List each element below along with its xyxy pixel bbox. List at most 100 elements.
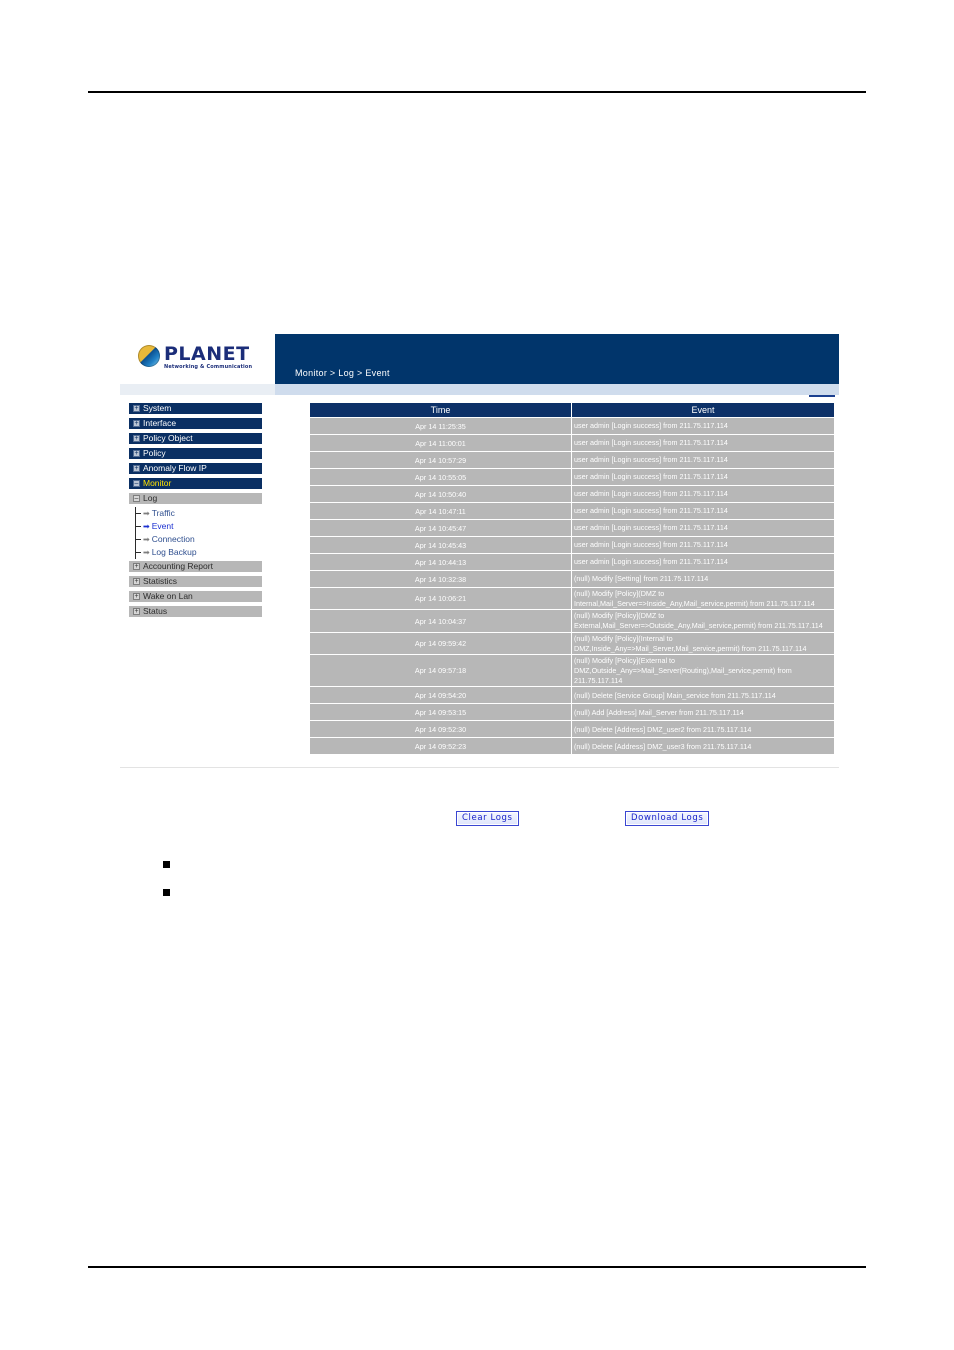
minus-box-icon: – <box>133 495 140 502</box>
cell-event: (null) Add [Address] Mail_Server from 21… <box>572 704 834 721</box>
header-strip-left <box>120 384 275 395</box>
cell-event: user admin [Login success] from 211.75.1… <box>572 520 834 536</box>
cell-event: user admin [Login success] from 211.75.1… <box>572 452 834 468</box>
cell-time: Apr 14 10:55:05 <box>310 469 572 485</box>
logo-wordmark: PLANET <box>164 343 250 365</box>
sidebar-nav: + System + Interface + Policy Object + P… <box>128 402 263 620</box>
arrow-right-icon: ➡ <box>143 522 150 531</box>
cell-event: (null) Modify [Policy](DMZ to Internal,M… <box>572 588 834 610</box>
sidebar-item-label: Accounting Report <box>143 561 213 571</box>
sidebar-item-status[interactable]: + Status <box>128 605 263 618</box>
cell-time: Apr 14 11:00:01 <box>310 435 572 451</box>
bullet-square-icon <box>163 888 170 896</box>
download-logs-button[interactable]: Download Logs <box>625 811 710 826</box>
sidebar-item-monitor[interactable]: – Monitor <box>128 477 263 490</box>
sidebar-subitem-label: Connection <box>151 534 195 544</box>
plus-box-icon: + <box>133 608 140 615</box>
device-web-ui-screenshot: PLANET Networking & Communication Monito… <box>120 334 839 826</box>
cell-event: user admin [Login success] from 211.75.1… <box>572 486 834 502</box>
table-row: Apr 14 09:57:18 (null) Modify [Policy](Ex… <box>310 655 834 687</box>
sidebar-item-label: Wake on Lan <box>143 591 193 601</box>
plus-box-icon: + <box>133 405 140 412</box>
tree-tick <box>136 539 141 540</box>
sidebar-item-traffic[interactable]: ➡ Traffic <box>136 507 263 520</box>
table-row: Apr 14 10:45:47 user admin [Login success… <box>310 520 834 536</box>
table-row: Apr 14 09:53:15 (null) Add [Address] Mail… <box>310 704 834 721</box>
table-row: Apr 14 09:52:23 (null) Delete [Address] D… <box>310 738 834 755</box>
app-body: + System + Interface + Policy Object + P… <box>120 397 839 826</box>
page-top-rule <box>88 91 866 93</box>
sidebar-item-connection[interactable]: ➡ Connection <box>136 533 263 546</box>
cell-time: Apr 14 10:44:13 <box>310 554 572 570</box>
plus-box-icon: + <box>133 563 140 570</box>
app-header: PLANET Networking & Communication Monito… <box>120 334 839 384</box>
header-strip <box>120 384 839 395</box>
planet-globe-icon <box>138 345 160 367</box>
sidebar-item-system[interactable]: + System <box>128 402 263 415</box>
cell-event: (null) Delete [Service Group] Main_servi… <box>572 687 834 704</box>
sidebar-item-label: System <box>143 403 172 413</box>
sidebar-item-policy[interactable]: + Policy <box>128 447 263 460</box>
sidebar-item-log-backup[interactable]: ➡ Log Backup <box>136 546 263 559</box>
cell-time: Apr 14 09:53:15 <box>310 704 572 721</box>
table-row: Apr 14 11:25:35 user admin [Login success… <box>310 418 834 434</box>
cell-event: (null) Delete [Address] DMZ_user3 from 2… <box>572 738 834 755</box>
sidebar-subitem-label: Log Backup <box>151 547 197 557</box>
sidebar-subitems: ➡ Traffic ➡ Event ➡ Connection ➡ Log Bac… <box>128 507 263 559</box>
cell-time: Apr 14 10:06:21 <box>310 588 572 610</box>
cell-time: Apr 14 09:54:20 <box>310 687 572 704</box>
cell-time: Apr 14 09:52:30 <box>310 721 572 738</box>
cell-time: Apr 14 10:32:38 <box>310 571 572 587</box>
table-row: Apr 14 10:44:13 user admin [Login success… <box>310 554 834 570</box>
planet-logo: PLANET Networking & Communication <box>138 345 252 370</box>
column-header-time: Time <box>310 403 572 417</box>
cell-event: user admin [Login success] from 211.75.1… <box>572 418 834 434</box>
event-log-panel: Time Event Apr 14 11:25:35 user admin [Lo… <box>310 402 834 755</box>
table-row: Apr 14 10:45:43 user admin [Login success… <box>310 537 834 553</box>
sidebar-item-event[interactable]: ➡ Event <box>136 520 263 533</box>
sidebar-item-label: Status <box>143 606 168 616</box>
sidebar-item-accounting-report[interactable]: + Accounting Report <box>128 560 263 573</box>
cell-event: user admin [Login success] from 211.75.1… <box>572 503 834 519</box>
plus-box-icon: + <box>133 593 140 600</box>
panel-bottom-rule <box>120 767 839 768</box>
sidebar-item-label: Statistics <box>143 576 178 586</box>
sidebar-item-label: Interface <box>143 418 177 428</box>
sidebar-item-interface[interactable]: + Interface <box>128 417 263 430</box>
page-bottom-rule <box>88 1266 866 1268</box>
plus-box-icon: + <box>133 420 140 427</box>
cell-event: user admin [Login success] from 211.75.1… <box>572 537 834 553</box>
sidebar-item-anomaly-flow-ip[interactable]: + Anomaly Flow IP <box>128 462 263 475</box>
sidebar-subitem-label: Traffic <box>151 508 175 518</box>
sidebar-item-label: Policy <box>143 448 166 458</box>
logo-tagline: Networking & Communication <box>164 364 253 370</box>
sidebar-item-label: Monitor <box>143 478 172 488</box>
cell-time: Apr 14 10:45:43 <box>310 537 572 553</box>
cell-time: Apr 14 09:52:23 <box>310 738 572 755</box>
cell-time: Apr 14 09:57:18 <box>310 655 572 687</box>
table-row: Apr 14 10:57:29 user admin [Login success… <box>310 452 834 468</box>
table-row: Apr 14 10:06:21 (null) Modify [Policy](DM… <box>310 588 834 610</box>
list-item <box>163 850 178 878</box>
cell-event: (null) Modify [Policy](Internal to DMZ,I… <box>572 632 834 655</box>
cell-time: Apr 14 10:04:37 <box>310 610 572 632</box>
plus-box-icon: + <box>133 450 140 457</box>
sidebar-item-policy-object[interactable]: + Policy Object <box>128 432 263 445</box>
clear-logs-button[interactable]: Clear Logs <box>456 811 519 826</box>
cell-event: user admin [Login success] from 211.75.1… <box>572 469 834 485</box>
cell-event: (null) Modify [Setting] from 211.75.117.… <box>572 571 834 587</box>
cell-time: Apr 14 10:47:11 <box>310 503 572 519</box>
event-log-body: Apr 14 11:25:35 user admin [Login success… <box>310 418 834 755</box>
sidebar-group-log[interactable]: – Log <box>128 492 263 505</box>
list-item <box>163 878 178 906</box>
header-band: Monitor > Log > Event <box>275 334 839 384</box>
cell-event: (null) Modify [Policy](DMZ to External,M… <box>572 610 834 632</box>
table-row: Apr 14 10:04:37 (null) Modify [Policy](DM… <box>310 610 834 632</box>
sidebar-item-statistics[interactable]: + Statistics <box>128 575 263 588</box>
cell-time: Apr 14 11:25:35 <box>310 418 572 434</box>
logo-pane: PLANET Networking & Communication <box>120 334 275 384</box>
cell-event: user admin [Login success] from 211.75.1… <box>572 554 834 570</box>
tree-tick <box>136 526 141 527</box>
sidebar-group-label: Log <box>143 493 158 503</box>
sidebar-item-wake-on-lan[interactable]: + Wake on Lan <box>128 590 263 603</box>
